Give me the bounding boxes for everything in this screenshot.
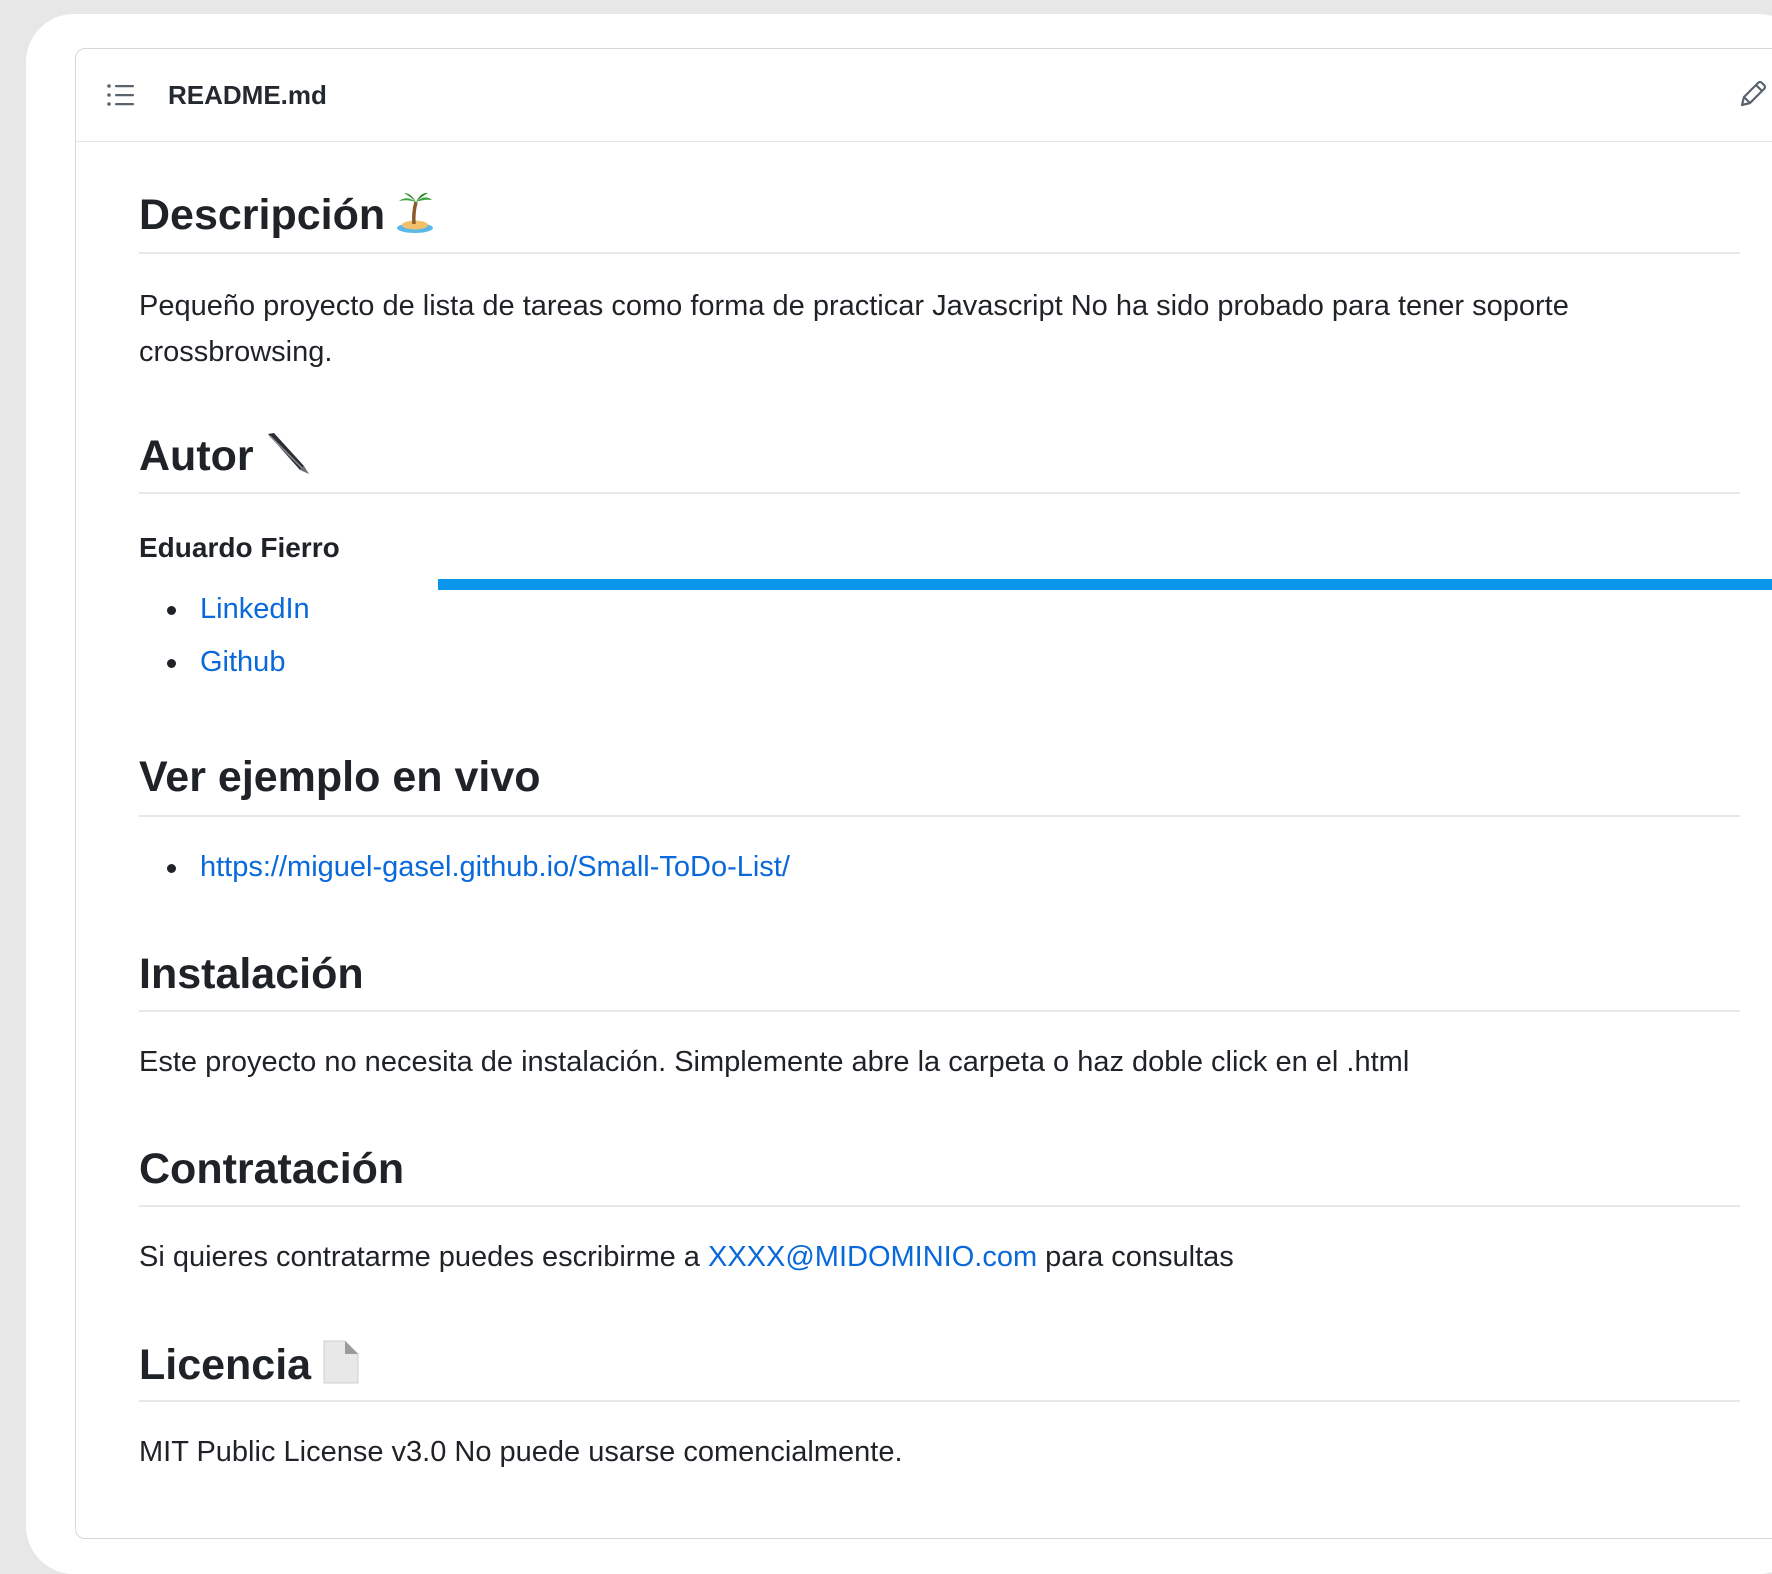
heading-rule bbox=[139, 1400, 1740, 1402]
readme-box: README.md Descripción Pequeño proyecto d… bbox=[75, 48, 1772, 1539]
heading-ejemplo: Ver ejemplo en vivo bbox=[139, 753, 541, 801]
github-link[interactable]: Github bbox=[200, 646, 285, 678]
descripcion-text-line1: Pequeño proyecto de lista de tareas como… bbox=[139, 290, 1569, 322]
heading-rule bbox=[139, 815, 1740, 817]
pencil-icon[interactable] bbox=[1736, 77, 1770, 111]
file-name: README.md bbox=[168, 80, 327, 110]
descripcion-text-line2: crossbrowsing. bbox=[139, 336, 333, 368]
list-icon[interactable] bbox=[106, 82, 136, 108]
instalacion-text: Este proyecto no necesita de instalación… bbox=[139, 1046, 1410, 1078]
heading-rule bbox=[139, 492, 1740, 494]
ejemplo-links: https://miguel-gasel.github.io/Small-ToD… bbox=[139, 841, 790, 894]
overlay-bar bbox=[438, 579, 1772, 590]
heading-autor: Autor bbox=[139, 430, 312, 487]
list-item: Github bbox=[139, 636, 310, 689]
island-icon bbox=[395, 189, 435, 246]
contratacion-text: Si quieres contratarme puedes escribirme… bbox=[139, 1241, 1234, 1273]
heading-rule bbox=[139, 1010, 1740, 1012]
heading-contratacion: Contratación bbox=[139, 1145, 405, 1193]
licencia-text: MIT Public License v3.0 No puede usarse … bbox=[139, 1436, 903, 1468]
heading-instalacion: Instalación bbox=[139, 950, 364, 998]
live-demo-link[interactable]: https://miguel-gasel.github.io/Small-ToD… bbox=[200, 851, 790, 883]
list-item: LinkedIn bbox=[139, 583, 310, 636]
document-icon bbox=[321, 1339, 361, 1396]
page-card: README.md Descripción Pequeño proyecto d… bbox=[26, 14, 1772, 1574]
heading-descripcion: Descripción bbox=[139, 189, 435, 246]
heading-rule bbox=[139, 1205, 1740, 1207]
heading-rule bbox=[139, 252, 1740, 254]
heading-licencia: Licencia bbox=[139, 1339, 361, 1396]
email-link[interactable]: XXXX@MIDOMINIO.com bbox=[708, 1241, 1037, 1273]
author-links: LinkedIn Github bbox=[139, 583, 310, 689]
list-item: https://miguel-gasel.github.io/Small-ToD… bbox=[139, 841, 790, 894]
linkedin-link[interactable]: LinkedIn bbox=[200, 593, 310, 625]
pen-icon bbox=[264, 430, 312, 487]
readme-header: README.md bbox=[76, 49, 1772, 142]
author-name: Eduardo Fierro bbox=[139, 532, 340, 563]
